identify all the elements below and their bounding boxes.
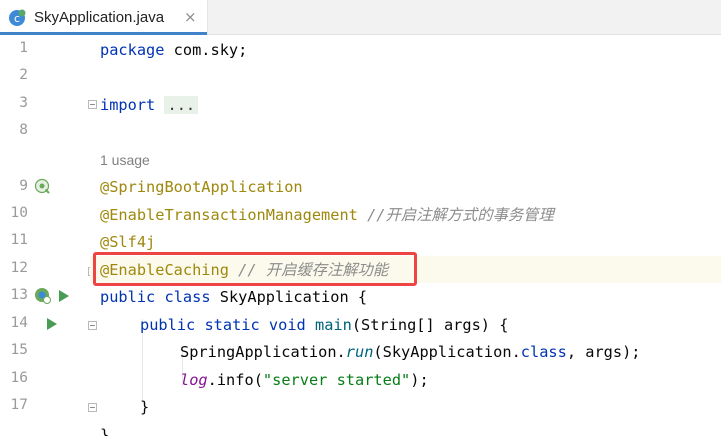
code-line-16: log.info("server started"); bbox=[180, 371, 429, 389]
line-number: 13 bbox=[10, 287, 28, 303]
java-class-icon: c bbox=[9, 9, 26, 26]
line-number: 9 bbox=[19, 178, 28, 194]
code-line-9: @SpringBootApplication bbox=[100, 178, 303, 196]
spring-bean-icon[interactable] bbox=[34, 287, 52, 305]
line-number: 16 bbox=[10, 370, 28, 386]
code-line-14: public static void main(String[] args) { bbox=[140, 316, 509, 334]
fold-toggle-icon[interactable] bbox=[88, 321, 97, 330]
run-icon[interactable] bbox=[58, 289, 70, 303]
run-icon[interactable] bbox=[46, 317, 58, 331]
code-line-10: @EnableTransactionManagement //开启注解方式的事务… bbox=[100, 206, 554, 224]
code-line-15: SpringApplication.run(SkyApplication.cla… bbox=[180, 343, 641, 361]
line-number: 2 bbox=[19, 67, 28, 83]
code-line-3: import ... bbox=[100, 92, 199, 119]
folded-imports[interactable]: ... bbox=[164, 96, 199, 114]
code-line-17: } bbox=[140, 398, 150, 416]
fold-toggle-icon[interactable] bbox=[88, 100, 97, 109]
line-number: 10 bbox=[10, 205, 28, 221]
line-number: 11 bbox=[10, 232, 28, 248]
code-line-1: package com.sky; bbox=[100, 41, 248, 59]
tab-title: SkyApplication.java bbox=[34, 9, 165, 26]
line-number: 3 bbox=[19, 95, 28, 111]
fold-toggle-icon[interactable] bbox=[88, 403, 97, 412]
line-number: 1 bbox=[19, 40, 28, 56]
spring-bean-icon[interactable] bbox=[34, 178, 50, 194]
line-number: 15 bbox=[10, 342, 28, 358]
editor-tab-bar: c SkyApplication.java × bbox=[0, 0, 721, 35]
line-number: 12 bbox=[10, 260, 28, 276]
editor-gutter: 1 2 3 8 9 10 11 12 13 14 15 16 17 bbox=[0, 35, 100, 436]
close-icon[interactable]: × bbox=[184, 8, 197, 26]
code-line-13: public class SkyApplication { bbox=[100, 288, 368, 306]
code-line-18: } bbox=[100, 426, 110, 436]
code-editor[interactable]: package com.sky; import ... 1 usage @Spr… bbox=[100, 35, 721, 436]
usage-hint[interactable]: 1 usage bbox=[100, 147, 150, 174]
line-number: 14 bbox=[10, 315, 28, 331]
highlight-box bbox=[93, 252, 417, 286]
tab-skyapplication-java[interactable]: c SkyApplication.java × bbox=[0, 0, 208, 35]
line-number: 17 bbox=[10, 397, 28, 413]
line-number: 8 bbox=[19, 122, 28, 138]
